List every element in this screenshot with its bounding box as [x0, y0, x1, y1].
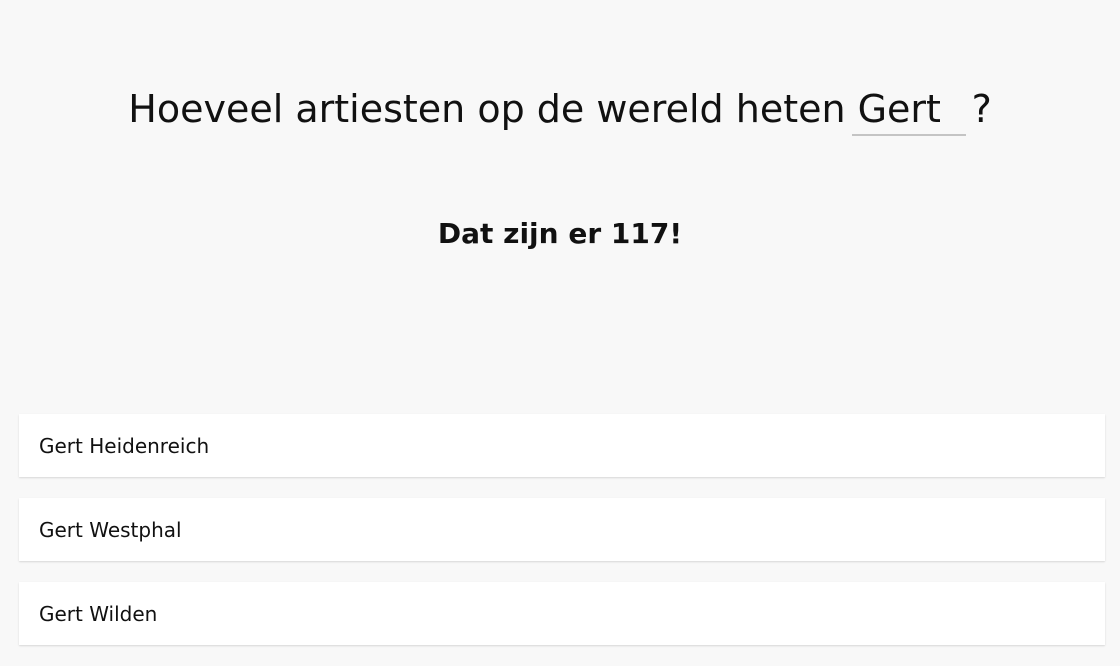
list-item[interactable]: Gert Heidenreich — [19, 414, 1105, 477]
artist-name: Gert Westphal — [39, 517, 182, 542]
question-prefix: Hoeveel artiesten op de wereld heten — [128, 87, 846, 131]
answer-text: Dat zijn er 117! — [437, 217, 683, 250]
list-item[interactable]: Gert Westphal — [19, 498, 1105, 561]
list-item[interactable]: Gert Wilden — [19, 582, 1105, 645]
artist-name: Gert Heidenreich — [39, 433, 210, 458]
question-suffix: ? — [971, 87, 992, 131]
artist-name: Gert Wilden — [39, 601, 158, 626]
name-input[interactable] — [851, 84, 966, 136]
question-heading: Hoeveel artiesten op de wereld heten? — [0, 82, 1120, 136]
results-list: Gert Heidenreich Gert Westphal Gert Wild… — [19, 414, 1105, 666]
